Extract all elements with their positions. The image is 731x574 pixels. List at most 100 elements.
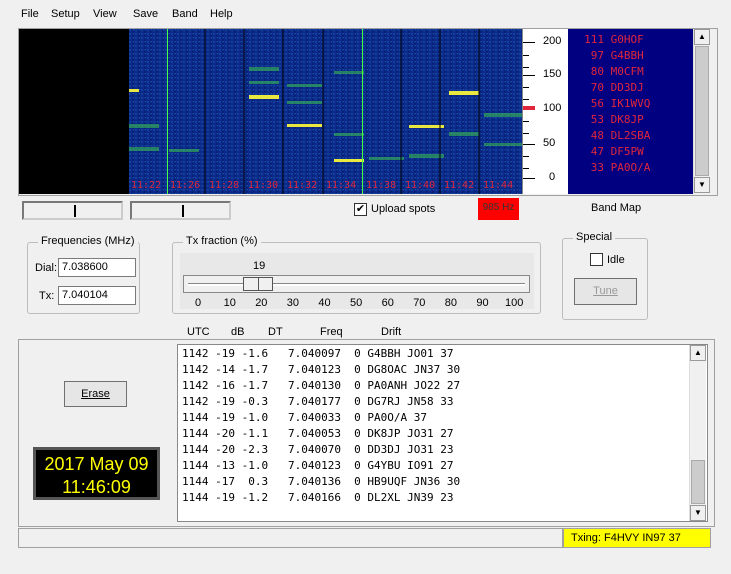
upload-spots-label: Upload spots (371, 203, 436, 215)
menu-setup[interactable]: Setup (51, 8, 80, 20)
tx-fraction-slider[interactable] (183, 275, 530, 293)
header-drift: Drift (381, 326, 402, 338)
scale-tick (523, 99, 529, 100)
scale-label: 200 (543, 35, 562, 47)
time-label: 11:28 (209, 180, 240, 191)
band-map-scrollbar[interactable]: ▲ ▼ (693, 29, 710, 194)
menu-view[interactable]: View (93, 8, 117, 20)
idle-checkbox[interactable] (590, 253, 603, 266)
tune-button[interactable]: Tune (574, 278, 637, 305)
level-marker (182, 205, 184, 217)
header-freq: Freq (320, 326, 343, 338)
scale-tick (523, 75, 535, 76)
tx-frequency-offset: 985 Hz (478, 198, 519, 220)
scale-tick (523, 42, 535, 43)
scroll-up-icon[interactable]: ▲ (690, 345, 706, 361)
decode-row[interactable]: 1144 -19 -1.2 7.040166 0 DL2XL JN39 23 (182, 491, 454, 504)
clock-time: 11:46:09 (62, 477, 131, 497)
tx-fraction-tick-label: 90 (476, 297, 489, 309)
decode-row[interactable]: 1144 -19 -1.0 7.040033 0 PA0O/A 37 (182, 411, 427, 424)
tx-fraction-tick-label: 100 (505, 297, 524, 309)
decode-row[interactable]: 1142 -19 -0.3 7.040177 0 DG7RJ JN58 33 (182, 395, 454, 408)
header-dt: DT (268, 326, 283, 338)
status-bar-left (18, 528, 563, 548)
header-db: dB (231, 326, 245, 338)
scale-tick (523, 121, 529, 122)
tx-fraction-tick-label: 70 (413, 297, 426, 309)
decode-row[interactable]: 1144 -17 0.3 7.040136 0 HB9UQF JN36 30 (182, 475, 460, 488)
time-label: 11:44 (483, 180, 514, 191)
audio-level-meter-left (22, 201, 123, 220)
time-label: 11:30 (248, 180, 279, 191)
tx-fraction-tick-label: 50 (350, 297, 363, 309)
band-map-list[interactable]: 111 G0HOF 97 G4BBH 80 M0CFM 70 DD3DJ 56 … (568, 29, 693, 194)
band-map-row[interactable]: 70 DD3DJ (568, 81, 693, 94)
menu-band[interactable]: Band (172, 8, 198, 20)
decode-scrollbar[interactable]: ▲ ▼ (689, 345, 706, 521)
time-label: 11:26 (170, 180, 201, 191)
time-label: 11:32 (287, 180, 318, 191)
menu-save[interactable]: Save (133, 8, 158, 20)
upload-spots-checkbox[interactable]: ✔ (354, 203, 367, 216)
decode-row[interactable]: 1144 -20 -2.3 7.040070 0 DD3DJ JO31 23 (182, 443, 454, 456)
scale-tick (523, 144, 535, 145)
decode-list[interactable]: 1142 -19 -1.6 7.040097 0 G4BBH JO01 37 1… (177, 344, 708, 522)
decode-row[interactable]: 1142 -19 -1.6 7.040097 0 G4BBH JO01 37 (182, 347, 454, 360)
frequency-scale: 200 150 100 50 0 (522, 29, 568, 194)
scroll-thumb[interactable] (691, 460, 705, 504)
clock-date: 2017 May 09 (44, 454, 149, 474)
scale-tick (523, 55, 529, 56)
scale-label: 100 (543, 102, 562, 114)
tx-fraction-title: Tx fraction (%) (183, 235, 261, 247)
level-marker (74, 205, 76, 217)
dial-frequency-field[interactable]: 7.038600 (58, 258, 136, 277)
tx-label: Tx: (39, 290, 55, 302)
band-map-row[interactable]: 56 IK1WVQ (568, 97, 693, 110)
slider-thumb[interactable] (243, 277, 273, 291)
tx-frequency-field[interactable]: 7.040104 (58, 286, 136, 305)
scale-tick (523, 168, 529, 169)
decode-row[interactable]: 1144 -13 -1.0 7.040123 0 G4YBU IO91 27 (182, 459, 454, 472)
scale-tick (523, 87, 529, 88)
special-title: Special (573, 231, 616, 243)
band-map-row[interactable]: 47 DF5PW (568, 145, 693, 158)
audio-level-meter-right (130, 201, 231, 220)
scale-tick (523, 156, 529, 157)
tx-frequency-marker (523, 106, 535, 110)
idle-label: Idle (607, 254, 625, 266)
time-label: 11:40 (405, 180, 436, 191)
dial-label: Dial: (35, 262, 58, 274)
frequencies-title: Frequencies (MHz) (38, 235, 138, 247)
slider-track (188, 283, 525, 286)
scroll-up-icon[interactable]: ▲ (694, 29, 710, 45)
header-utc: UTC (187, 326, 210, 338)
erase-button[interactable]: Erase (64, 381, 127, 407)
scroll-thumb[interactable] (695, 46, 709, 176)
band-map-row[interactable]: 53 DK8JP (568, 113, 693, 126)
menu-file[interactable]: File (21, 8, 39, 20)
waterfall-spectrogram (129, 29, 522, 194)
band-map-row[interactable]: 111 G0HOF (568, 33, 693, 46)
menu-help[interactable]: Help (210, 8, 233, 20)
time-label: 11:34 (326, 180, 357, 191)
band-map-row[interactable]: 97 G4BBH (568, 49, 693, 62)
scale-label: 50 (543, 137, 556, 149)
scale-tick (523, 133, 529, 134)
menu-bar: File Setup View Save Band Help (0, 3, 731, 25)
band-map-row[interactable]: 48 DL2SBA (568, 129, 693, 142)
band-map-row[interactable]: 80 M0CFM (568, 65, 693, 78)
tx-fraction-tick-label: 40 (318, 297, 331, 309)
decode-row[interactable]: 1142 -16 -1.7 7.040130 0 PA0ANH JO22 27 (182, 379, 460, 392)
scale-label: 150 (543, 68, 562, 80)
decode-row[interactable]: 1144 -20 -1.1 7.040053 0 DK8JP JO31 27 (182, 427, 454, 440)
scroll-down-icon[interactable]: ▼ (694, 177, 710, 193)
tx-fraction-tick-label: 20 (255, 297, 268, 309)
time-label: 11:22 (131, 180, 162, 191)
tx-fraction-tick-label: 10 (223, 297, 236, 309)
decode-row[interactable]: 1142 -14 -1.7 7.040123 0 DG8OAC JN37 30 (182, 363, 460, 376)
scroll-down-icon[interactable]: ▼ (690, 505, 706, 521)
band-map-row[interactable]: 33 PA0O/A (568, 161, 693, 174)
tx-fraction-tick-label: 30 (286, 297, 300, 309)
time-label: 11:38 (366, 180, 397, 191)
waterfall-display[interactable]: 11:22 11:26 11:28 11:30 11:32 11:34 11:3… (19, 29, 522, 194)
